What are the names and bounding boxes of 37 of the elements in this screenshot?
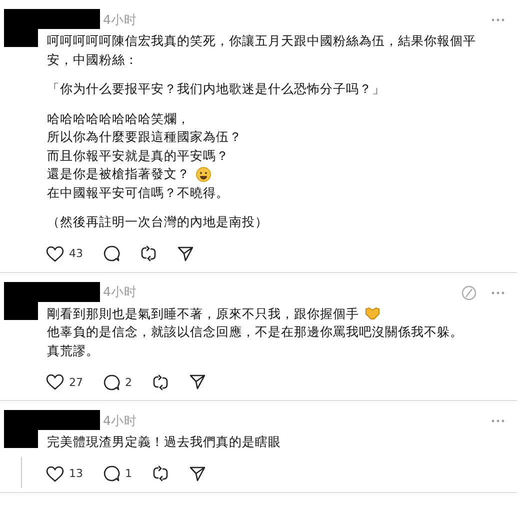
post-text: （然後再註明一次台灣的內地是南投） — [47, 213, 268, 231]
send-icon[interactable] — [189, 374, 206, 390]
post-text: 在中國報平安可信嗎？不曉得。 — [47, 184, 229, 202]
post-text: 還是你是被槍指著發文？ — [47, 165, 190, 183]
more-icon[interactable] — [491, 18, 505, 22]
reply-count: 1 — [125, 467, 132, 480]
post-text: 他辜負的是信念，就該以信念回應，不是在那邊你罵我吧沒關係我不躲。 — [47, 323, 463, 341]
like-count: 27 — [69, 376, 83, 388]
post-text: 所以你為什麼要跟這種國家為伍？ — [47, 128, 242, 146]
post-time: 4小时 — [103, 284, 137, 301]
post-text: 剛看到那則也是氣到睡不著，原來不只我，跟你握個手 — [47, 304, 359, 322]
heart-icon[interactable] — [46, 374, 64, 390]
more-icon[interactable] — [491, 290, 505, 294]
reply-count: 2 — [125, 376, 132, 388]
like-count: 13 — [69, 467, 83, 480]
handshake-icon — [365, 307, 380, 320]
heart-icon[interactable] — [46, 246, 64, 262]
heart-icon[interactable] — [46, 466, 64, 482]
post-text: 完美體現渣男定義！過去我們真的是瞎眼 — [47, 433, 281, 451]
post-text: 真荒謬。 — [47, 342, 99, 360]
repost-icon[interactable] — [140, 245, 157, 262]
post-text: 而且你報平安就是真的平安嗎？ — [47, 146, 229, 164]
comment-icon[interactable] — [103, 374, 120, 390]
comment-icon[interactable] — [103, 245, 120, 262]
post-text: 「你为什么要报平安？我们内地歌迷是什么恐怖分子吗？」 — [47, 80, 385, 98]
send-icon[interactable] — [189, 466, 206, 482]
repost-icon[interactable] — [152, 374, 169, 390]
post-time: 4小时 — [103, 412, 137, 430]
send-icon[interactable] — [177, 246, 194, 262]
post-time: 4小时 — [103, 12, 137, 28]
more-icon[interactable] — [491, 419, 505, 423]
comment-icon[interactable] — [103, 465, 120, 482]
smiley-icon — [196, 166, 211, 182]
post-text: 哈哈哈哈哈哈哈哈笑爛， — [47, 110, 190, 128]
repost-icon[interactable] — [152, 465, 169, 482]
like-count: 43 — [69, 247, 83, 260]
post-text: 呵呵呵呵呵陳信宏我真的笑死，你讓五月天跟中國粉絲為伍，結果你報個平安，中國粉絲： — [47, 32, 477, 68]
